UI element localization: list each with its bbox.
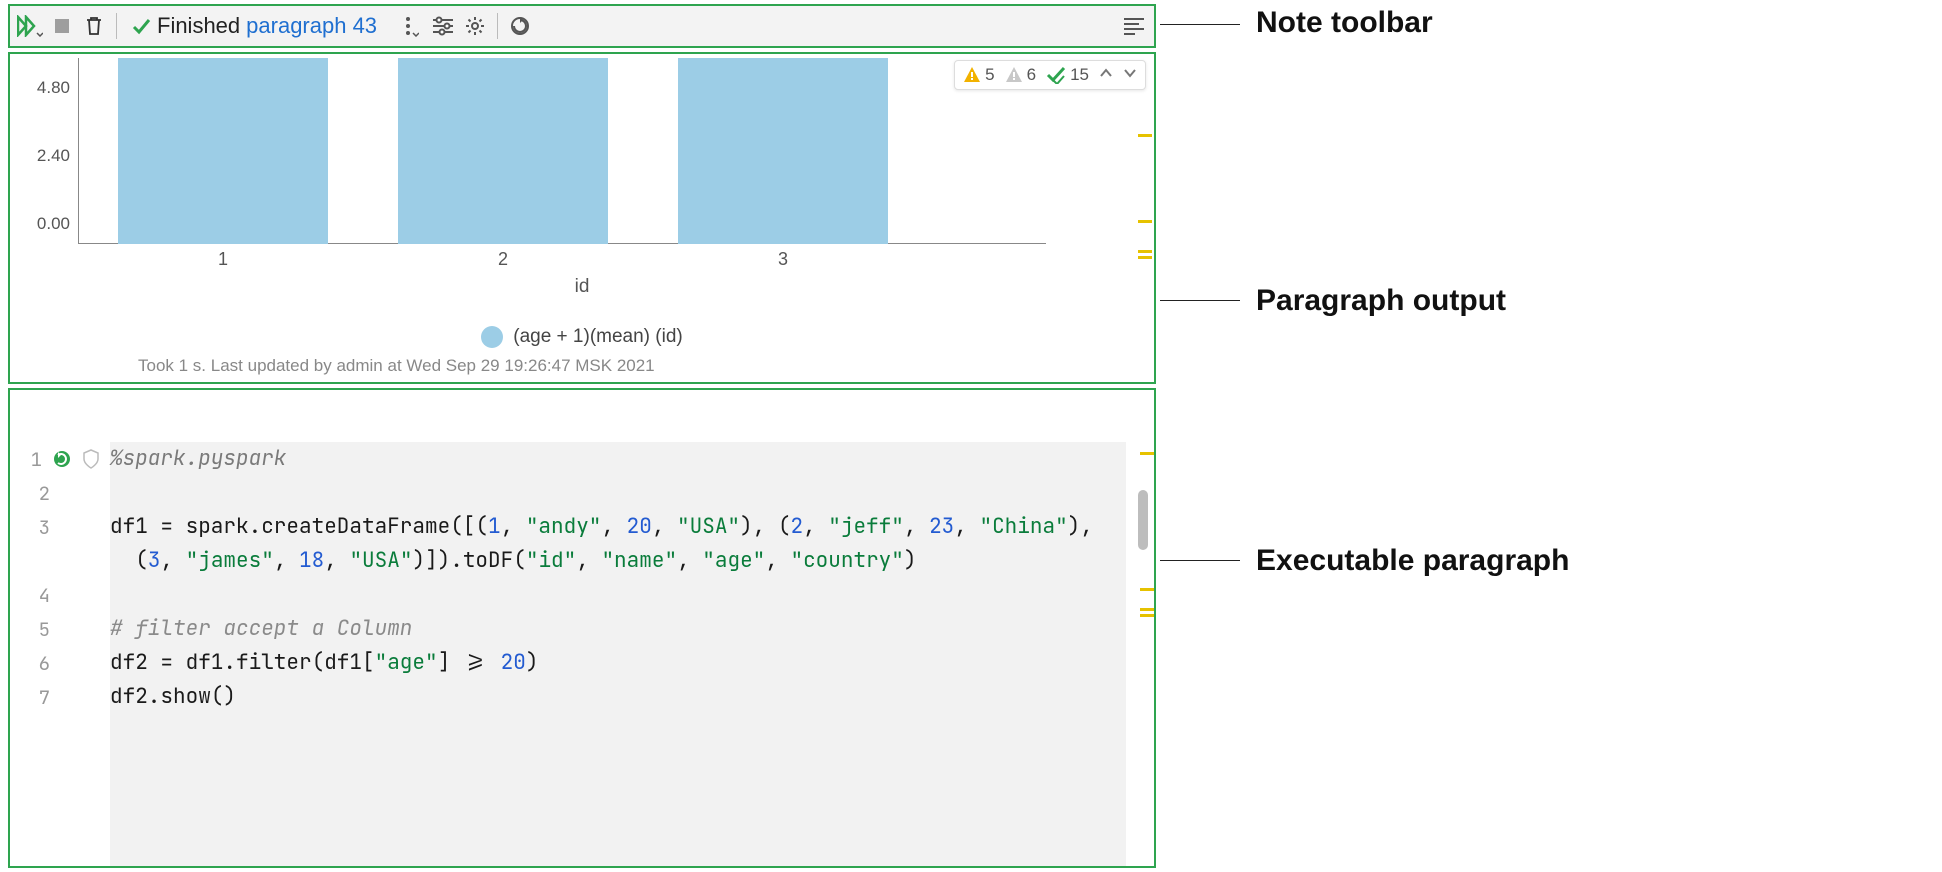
annotation-leader <box>1160 560 1240 561</box>
delete-button[interactable] <box>80 12 108 40</box>
shield-icon <box>82 449 100 469</box>
annotation-output: Paragraph output <box>1256 284 1506 318</box>
note-toolbar: Finished paragraph 43 <box>8 4 1156 48</box>
chart-legend: (age + 1)(mean) (id) <box>18 326 1146 348</box>
check-green-icon <box>1046 66 1066 84</box>
execution-status: Took 1 s. Last updated by admin at Wed S… <box>138 356 1146 376</box>
paragraph-status: Finished paragraph 43 <box>131 13 377 39</box>
executable-paragraph: 123 4567 %spark.pysparkdf1 = spark.create… <box>8 388 1156 868</box>
gutter-line: 2 <box>10 476 100 510</box>
legend-label: (age + 1)(mean) (id) <box>513 326 682 348</box>
paragraph-output: 5 6 15 <box>8 52 1156 384</box>
code-gutter-marks <box>1140 442 1154 866</box>
ok-badge[interactable]: 15 <box>1046 65 1089 85</box>
x-tick: 3 <box>778 249 788 270</box>
y-tick: 4.80 <box>18 78 70 98</box>
check-icon <box>131 16 151 36</box>
gutter-line: 5 <box>10 612 100 646</box>
legend-color-icon <box>481 326 503 348</box>
bar-chart: 0.00 2.40 4.80 1 2 3 <box>78 58 1046 278</box>
run-all-button[interactable] <box>16 12 44 40</box>
y-axis <box>78 58 79 244</box>
toolbar-separator <box>116 13 117 39</box>
gutter-line: 1 <box>10 442 100 476</box>
output-gutter-marks <box>1138 54 1152 382</box>
paragraph-link[interactable]: paragraph 43 <box>246 13 377 39</box>
annotation-code: Executable paragraph <box>1256 544 1569 578</box>
format-icon[interactable] <box>1120 12 1148 40</box>
annotation-leader <box>1160 24 1240 25</box>
y-tick: 0.00 <box>18 214 70 234</box>
annotation-toolbar: Note toolbar <box>1256 6 1433 40</box>
more-menu-button[interactable] <box>397 12 425 40</box>
x-tick: 2 <box>498 249 508 270</box>
gutter-line <box>10 544 100 578</box>
bar <box>678 58 888 244</box>
status-label: Finished <box>157 13 240 39</box>
gutter-line: 3 <box>10 510 100 544</box>
bar <box>398 58 608 244</box>
annotation-leader <box>1160 300 1240 301</box>
x-axis-label: id <box>18 276 1146 298</box>
chevron-down-icon[interactable] <box>1123 65 1137 85</box>
toolbar-separator <box>497 13 498 39</box>
annotation-panel: Note toolbar Paragraph output Executable… <box>1160 0 1942 872</box>
refresh-icon[interactable] <box>506 12 534 40</box>
chevron-up-icon[interactable] <box>1099 65 1113 85</box>
code-gutter: 123 4567 <box>10 442 100 866</box>
gear-icon[interactable] <box>461 12 489 40</box>
ok-count: 15 <box>1070 65 1089 85</box>
gutter-line: 4 <box>10 578 100 612</box>
stop-button[interactable] <box>48 12 76 40</box>
y-tick: 2.40 <box>18 146 70 166</box>
x-tick: 1 <box>218 249 228 270</box>
bar <box>118 58 328 244</box>
code-editor[interactable]: %spark.pysparkdf1 = spark.createDataFram… <box>110 442 1126 866</box>
gutter-line: 6 <box>10 646 100 680</box>
gutter-line: 7 <box>10 680 100 714</box>
run-gutter-icon[interactable] <box>52 449 72 469</box>
settings-sliders-button[interactable] <box>429 12 457 40</box>
